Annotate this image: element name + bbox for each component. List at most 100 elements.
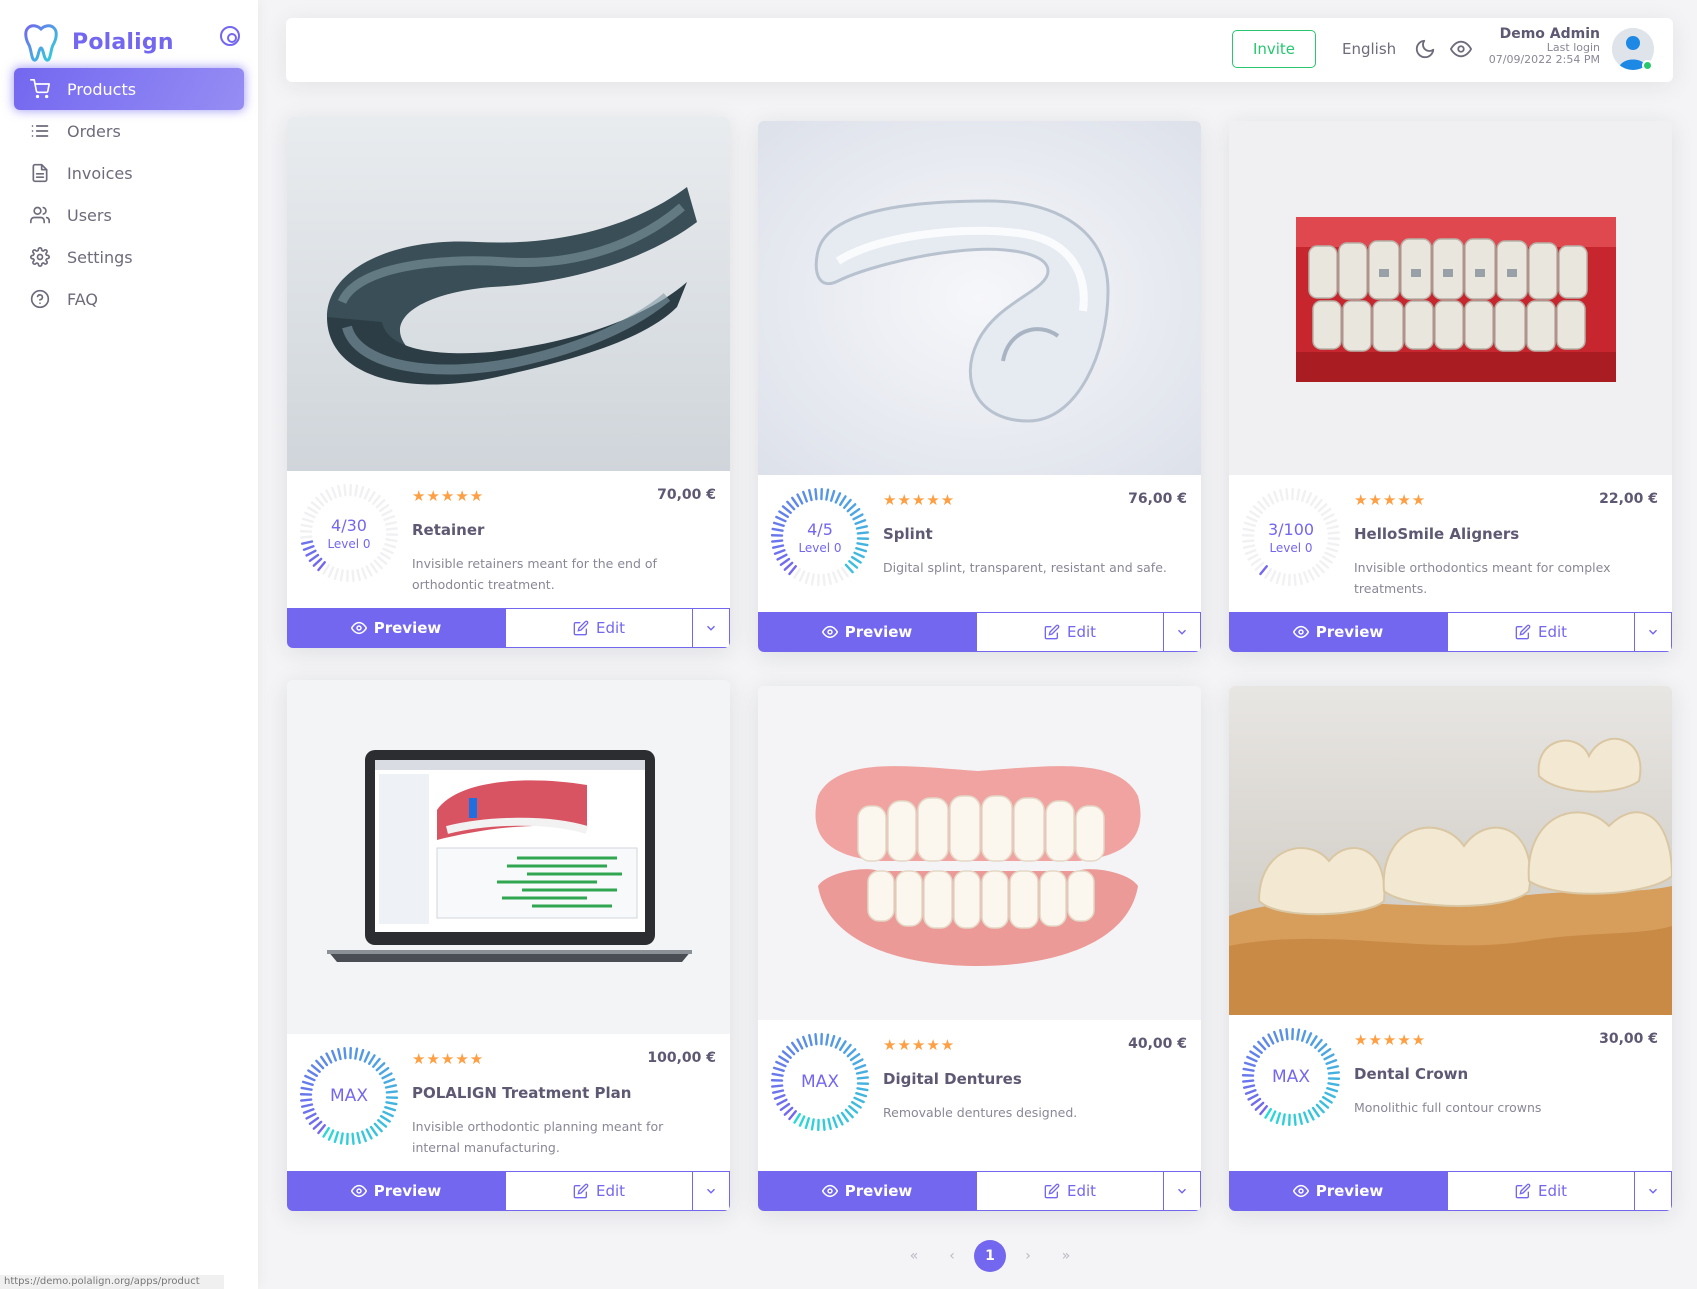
- gauge-level: Level 0: [327, 536, 371, 551]
- chevron-down-icon: [1177, 629, 1187, 635]
- card-actions: Preview Edit: [758, 612, 1201, 652]
- last-login-value: 07/09/2022 2:54 PM: [1488, 53, 1600, 66]
- product-name: POLALIGN Treatment Plan: [412, 1084, 632, 1102]
- sidebar-item-settings[interactable]: Settings: [14, 236, 244, 278]
- product-name: Retainer: [412, 521, 485, 539]
- sidebar-item-label: FAQ: [67, 289, 98, 309]
- treatment-plan-image: [287, 680, 730, 1034]
- product-card-treatment-plan: MAX ★★★★★ 100,00 € POLALIGN Treatment Pl…: [287, 680, 730, 1211]
- more-actions-dropdown[interactable]: [693, 1171, 730, 1211]
- preview-label: Preview: [1315, 1182, 1384, 1200]
- pagination-first[interactable]: «: [895, 1240, 933, 1272]
- more-actions-dropdown[interactable]: [1164, 612, 1201, 652]
- gauge-value: 4/5: [807, 519, 833, 539]
- edit-button[interactable]: Edit: [976, 1171, 1164, 1211]
- preview-label: Preview: [844, 1182, 913, 1200]
- user-info[interactable]: Demo Admin Last login 07/09/2022 2:54 PM: [1200, 26, 1600, 66]
- gauge-label: MAX: [1241, 1027, 1341, 1127]
- preview-button[interactable]: Preview: [287, 608, 505, 648]
- eye-icon: [350, 1184, 367, 1198]
- crown-image: [1229, 686, 1672, 1015]
- sidebar-toggle-icon[interactable]: [220, 26, 240, 46]
- edit-icon: [573, 1183, 589, 1199]
- brand-name: Polalign: [72, 29, 174, 55]
- edit-button[interactable]: Edit: [1447, 612, 1635, 652]
- preview-label: Preview: [1315, 623, 1384, 641]
- gauge-label: MAX: [770, 1032, 870, 1132]
- product-description: Invisible orthodontic planning meant for…: [412, 1119, 664, 1155]
- sidebar-item-invoices[interactable]: Invoices: [14, 152, 244, 194]
- eye-icon: [350, 621, 367, 635]
- more-actions-dropdown[interactable]: [1635, 1171, 1672, 1211]
- rating-stars: ★★★★★: [412, 1050, 485, 1068]
- sidebar-item-orders[interactable]: Orders: [14, 110, 244, 152]
- preview-label: Preview: [373, 1182, 442, 1200]
- sidebar-item-products[interactable]: Products: [14, 68, 244, 110]
- help-circle-icon: [29, 288, 51, 310]
- edit-label: Edit: [1066, 623, 1097, 641]
- product-description: Invisible retainers meant for the end of…: [412, 556, 657, 592]
- gauge-level: Level 0: [1269, 540, 1313, 555]
- preview-button[interactable]: Preview: [758, 1171, 976, 1211]
- browser-status-url: https://demo.polalign.org/apps/product: [0, 1275, 224, 1289]
- rating-stars: ★★★★★: [1354, 1031, 1427, 1049]
- pagination-prev[interactable]: ‹: [933, 1240, 971, 1272]
- product-card-retainer: 4/30 Level 0 ★★★★★ 70,00 € Retainer Invi…: [287, 117, 730, 648]
- edit-button[interactable]: Edit: [505, 608, 693, 648]
- edit-label: Edit: [595, 619, 626, 637]
- more-actions-dropdown[interactable]: [1635, 612, 1672, 652]
- tooth-logo-icon: [24, 24, 58, 62]
- chevron-down-icon: [1648, 629, 1658, 635]
- sidebar-item-users[interactable]: Users: [14, 194, 244, 236]
- product-price: 30,00 €: [1599, 1031, 1658, 1047]
- sidebar: Polalign Products Orders Invoices Users: [0, 0, 258, 1289]
- rating-stars: ★★★★★: [412, 487, 485, 505]
- users-icon: [29, 204, 51, 226]
- rating-stars: ★★★★★: [883, 491, 956, 509]
- gauge-value: MAX: [1272, 1067, 1310, 1087]
- product-card-digital-dentures: MAX ★★★★★ 40,00 € Digital Dentures Remov…: [758, 686, 1201, 1211]
- edit-icon: [1044, 624, 1060, 640]
- edit-label: Edit: [1537, 1182, 1568, 1200]
- edit-button[interactable]: Edit: [1447, 1171, 1635, 1211]
- product-name: HelloSmile Aligners: [1354, 525, 1520, 543]
- rating-stars: ★★★★★: [1354, 491, 1427, 509]
- product-price: 40,00 €: [1128, 1036, 1187, 1052]
- gauge-value: MAX: [801, 1072, 839, 1092]
- pagination-page-current[interactable]: 1: [974, 1240, 1006, 1272]
- brand[interactable]: Polalign: [22, 22, 174, 62]
- gauge-value: 3/100: [1267, 519, 1315, 539]
- sidebar-nav: Products Orders Invoices Users Settings: [14, 68, 244, 320]
- preview-button[interactable]: Preview: [758, 612, 976, 652]
- more-actions-dropdown[interactable]: [693, 608, 730, 648]
- chevron-down-icon: [1648, 1188, 1658, 1194]
- sidebar-item-label: Products: [67, 79, 137, 99]
- sidebar-item-faq[interactable]: FAQ: [14, 278, 244, 320]
- edit-icon: [1515, 1183, 1531, 1199]
- pagination-next[interactable]: ›: [1009, 1240, 1047, 1272]
- product-description: Monolithic full contour crowns: [1354, 1100, 1542, 1115]
- preview-button[interactable]: Preview: [287, 1171, 505, 1211]
- eye-icon: [821, 1184, 838, 1198]
- product-card-splint: 4/5 Level 0 ★★★★★ 76,00 € Splint Digital…: [758, 121, 1201, 652]
- edit-button[interactable]: Edit: [976, 612, 1164, 652]
- edit-button[interactable]: Edit: [505, 1171, 693, 1211]
- sidebar-item-label: Settings: [67, 247, 133, 267]
- product-description: Removable dentures designed.: [883, 1105, 1078, 1120]
- card-actions: Preview Edit: [287, 608, 730, 648]
- preview-button[interactable]: Preview: [1229, 612, 1447, 652]
- pagination-last[interactable]: »: [1047, 1240, 1085, 1272]
- more-actions-dropdown[interactable]: [1164, 1171, 1201, 1211]
- product-name: Dental Crown: [1354, 1065, 1469, 1083]
- chevron-down-icon: [706, 1188, 716, 1194]
- file-icon: [29, 162, 51, 184]
- preview-button[interactable]: Preview: [1229, 1171, 1447, 1211]
- cart-icon: [29, 78, 51, 100]
- product-name: Digital Dentures: [883, 1070, 1022, 1088]
- product-card-hellosmile-aligners: 3/100 Level 0 ★★★★★ 22,00 € HelloSmile A…: [1229, 121, 1672, 652]
- sidebar-item-label: Invoices: [67, 163, 133, 183]
- gauge-value: 4/30: [331, 515, 367, 535]
- product-price: 70,00 €: [657, 487, 716, 503]
- gauge-level: Level 0: [798, 540, 842, 555]
- product-price: 100,00 €: [647, 1050, 716, 1066]
